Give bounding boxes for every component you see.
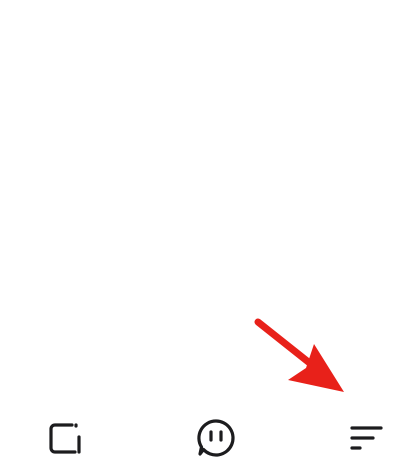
- app-screen: [0, 0, 400, 476]
- bottom-navigation-bar: [0, 400, 400, 476]
- menu-tab-button[interactable]: [342, 414, 390, 462]
- panel-tab-button[interactable]: [41, 414, 89, 462]
- content-area: [0, 0, 400, 395]
- chat-bubble-icon: [197, 419, 235, 457]
- sort-menu-icon: [350, 426, 383, 450]
- chat-tab-button[interactable]: [192, 414, 240, 462]
- panel-icon: [49, 423, 81, 454]
